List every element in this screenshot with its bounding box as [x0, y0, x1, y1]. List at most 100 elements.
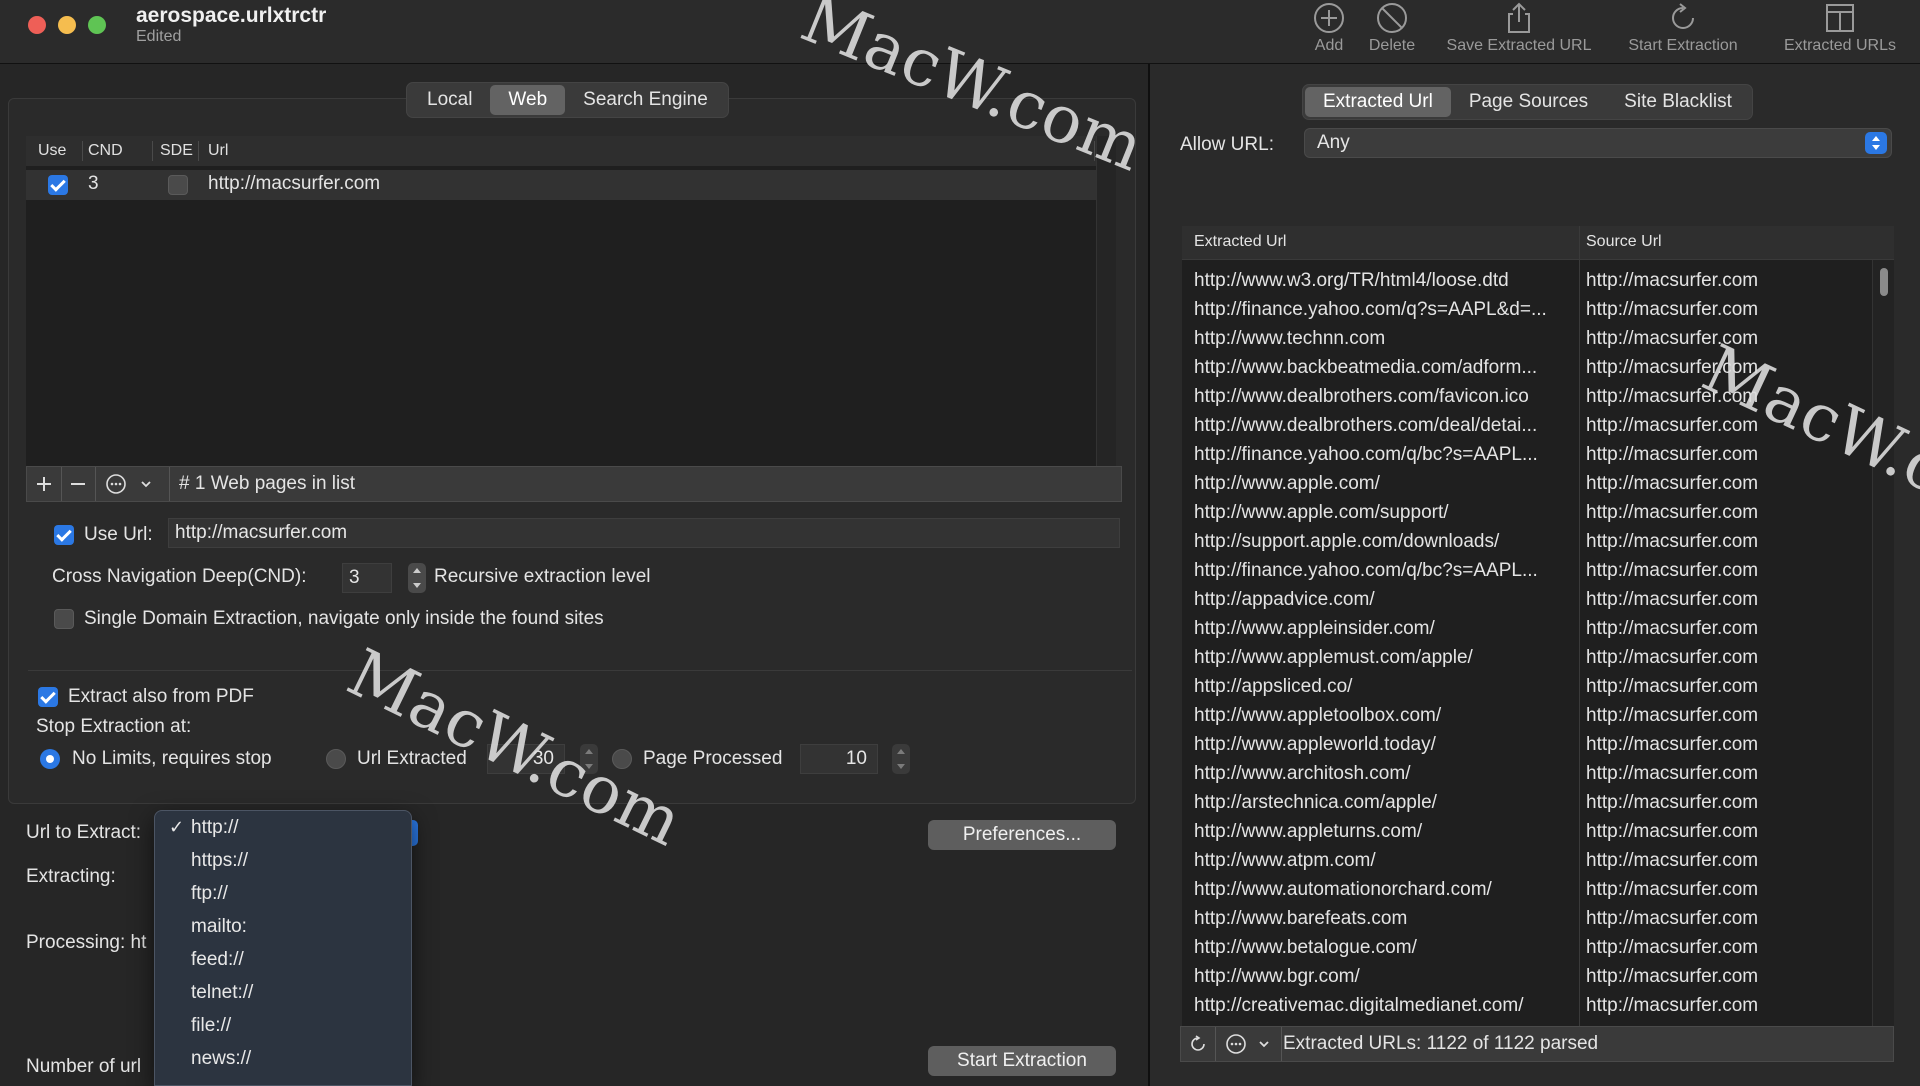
extracted-url-cell: http://www.w3.org/TR/html4/loose.dtd — [1194, 270, 1509, 291]
start-extraction-toolbar-button[interactable]: Start Extraction — [1618, 0, 1748, 64]
table-row[interactable]: http://finance.yahoo.com/q/bc?s=AAPL... h… — [1182, 556, 1874, 585]
chevron-down-icon — [141, 481, 151, 488]
tab-web[interactable]: Web — [490, 85, 566, 115]
col-source-url[interactable]: Source Url — [1586, 233, 1662, 251]
web-table-header: Use CND SDE Url — [26, 136, 1096, 166]
add-label: Add — [1314, 37, 1344, 54]
title-bar: aerospace.urlxtrctr Edited Add Delete Sa… — [0, 0, 1920, 64]
row-use-checkbox[interactable] — [48, 175, 68, 195]
no-limits-radio[interactable] — [40, 749, 60, 769]
menu-item-file[interactable]: file:// — [155, 1009, 411, 1042]
table-row[interactable]: http://www.backbeatmedia.com/adform... ht… — [1182, 353, 1874, 382]
start-extraction-button[interactable]: Start Extraction — [928, 1046, 1116, 1076]
table-row[interactable]: http://www.automationorchard.com/http://… — [1182, 875, 1874, 904]
table-row[interactable]: http://www.architosh.com/http://macsurfe… — [1182, 759, 1874, 788]
tab-local[interactable]: Local — [409, 85, 490, 115]
extracted-url-cell: http://arstechnica.com/apple/ — [1194, 792, 1437, 813]
menu-item-http[interactable]: ✓ http:// — [155, 811, 411, 844]
menu-item-ftp[interactable]: ftp:// — [155, 877, 411, 910]
add-button[interactable]: Add — [1306, 0, 1352, 64]
save-extracted-url-button[interactable]: Save Extracted URL — [1438, 0, 1600, 64]
extracted-urls-toolbar-button[interactable]: Extracted URLs — [1776, 0, 1904, 64]
share-icon — [1508, 2, 1530, 33]
table-row[interactable]: http://www.appleinsider.com/http://macsu… — [1182, 614, 1874, 643]
page-processed-stepper[interactable] — [892, 744, 910, 774]
table-row[interactable]: http://www.appleturns.com/http://macsurf… — [1182, 817, 1874, 846]
table-row[interactable]: http://www.w3.org/TR/html4/loose.dtd http… — [1182, 266, 1874, 295]
menu-item-https[interactable]: https:// — [155, 844, 411, 877]
page-processed-field[interactable]: 10 — [800, 744, 878, 774]
web-table-scrollbar[interactable] — [1096, 136, 1116, 466]
results-scroll-thumb[interactable] — [1880, 268, 1888, 296]
single-domain-checkbox[interactable] — [54, 609, 74, 629]
extract-pdf-checkbox[interactable] — [38, 687, 58, 707]
extracted-url-cell: http://www.apple.com/ — [1194, 473, 1380, 494]
page-processed-radio[interactable] — [612, 749, 632, 769]
close-window-button[interactable] — [28, 16, 46, 34]
table-row[interactable]: 3 http://macsurfer.com — [26, 170, 1096, 200]
table-row[interactable]: http://support.apple.com/downloads/http:… — [1182, 527, 1874, 556]
menu-item-feed[interactable]: feed:// — [155, 943, 411, 976]
refresh-results-button[interactable] — [1181, 1027, 1215, 1061]
table-row[interactable]: http://appadvice.com/http://macsurfer.co… — [1182, 585, 1874, 614]
row-actions-menu-button[interactable] — [97, 467, 161, 501]
results-column-divider — [1579, 226, 1580, 1026]
table-row[interactable]: http://finance.yahoo.com/q/bc?s=AAPL... h… — [1182, 440, 1874, 469]
table-row[interactable]: http://www.appletoolbox.com/http://macsu… — [1182, 701, 1874, 730]
menu-item-news[interactable]: news:// — [155, 1042, 411, 1075]
table-row[interactable]: http://www.apple.com/http://macsurfer.co… — [1182, 469, 1874, 498]
cnd-field[interactable]: 3 — [342, 563, 392, 593]
row-sde-checkbox[interactable] — [168, 175, 188, 195]
preferences-button[interactable]: Preferences... — [928, 820, 1116, 850]
prohibited-icon — [1377, 3, 1407, 33]
cnd-stepper[interactable] — [408, 563, 426, 593]
source-url-cell: http://macsurfer.com — [1586, 357, 1759, 378]
table-row[interactable]: http://www.apple.com/support/http://macs… — [1182, 498, 1874, 527]
extracted-url-cell: http://appadvice.com/ — [1194, 589, 1375, 610]
zoom-window-button[interactable] — [88, 16, 106, 34]
menu-item-telnet[interactable]: telnet:// — [155, 976, 411, 1009]
extracted-url-cell: http://www.betalogue.com/ — [1194, 937, 1417, 958]
use-url-checkbox[interactable] — [54, 525, 74, 545]
col-extracted-url[interactable]: Extracted Url — [1194, 233, 1286, 251]
cnd-hint: Recursive extraction level — [434, 566, 651, 587]
col-sde[interactable]: SDE — [160, 142, 193, 160]
settings-separator — [28, 670, 1132, 671]
tab-site-blacklist[interactable]: Site Blacklist — [1606, 87, 1750, 117]
table-row[interactable]: http://www.barefeats.com http://macsurfer… — [1182, 904, 1874, 933]
menu-item-mailto[interactable]: mailto: — [155, 910, 411, 943]
url-extracted-radio[interactable] — [326, 749, 346, 769]
delete-button[interactable]: Delete — [1362, 0, 1422, 64]
col-url[interactable]: Url — [208, 142, 228, 160]
results-scrollbar[interactable] — [1872, 260, 1894, 1026]
col-cnd[interactable]: CND — [88, 142, 123, 160]
tab-page-sources[interactable]: Page Sources — [1451, 87, 1606, 117]
table-row[interactable]: http://www.applemust.com/apple/http://ma… — [1182, 643, 1874, 672]
use-url-field[interactable]: http://macsurfer.com — [168, 518, 1120, 548]
remove-row-button[interactable] — [61, 467, 95, 501]
table-row[interactable]: http://appsliced.co/http://macsurfer.com — [1182, 672, 1874, 701]
table-row[interactable]: http://creativemac.digitalmedianet.com/h… — [1182, 991, 1874, 1020]
minimize-window-button[interactable] — [58, 16, 76, 34]
table-row[interactable]: http://www.appleworld.today/http://macsu… — [1182, 730, 1874, 759]
url-extracted-field[interactable]: 30 — [487, 744, 565, 774]
col-use[interactable]: Use — [38, 142, 66, 160]
table-row[interactable]: http://www.atpm.com/http://macsurfer.com — [1182, 846, 1874, 875]
url-extracted-stepper[interactable] — [580, 744, 598, 774]
table-row[interactable]: http://finance.yahoo.com/q?s=AAPL&d=... h… — [1182, 295, 1874, 324]
table-row[interactable]: http://www.technn.com http://macsurfer.co… — [1182, 324, 1874, 353]
allow-url-select[interactable]: Any — [1304, 128, 1892, 158]
table-row[interactable]: http://www.dealbrothers.com/deal/detai..… — [1182, 411, 1874, 440]
table-row[interactable]: http://arstechnica.com/apple/http://macs… — [1182, 788, 1874, 817]
table-row[interactable]: http://www.bgr.com/http://macsurfer.com — [1182, 962, 1874, 991]
results-actions-menu-button[interactable] — [1217, 1027, 1279, 1061]
source-tabs: Local Web Search Engine — [406, 82, 729, 118]
tab-search-engine[interactable]: Search Engine — [565, 85, 726, 115]
source-url-cell: http://macsurfer.com — [1586, 618, 1759, 639]
tab-extracted-url[interactable]: Extracted Url — [1305, 87, 1451, 117]
table-row[interactable]: http://www.betalogue.com/http://macsurfe… — [1182, 933, 1874, 962]
url-to-extract-label: Url to Extract: — [26, 822, 142, 843]
table-row[interactable]: http://www.dealbrothers.com/favicon.ico h… — [1182, 382, 1874, 411]
checkmark-icon: ✓ — [169, 817, 185, 837]
add-row-button[interactable] — [27, 467, 61, 501]
